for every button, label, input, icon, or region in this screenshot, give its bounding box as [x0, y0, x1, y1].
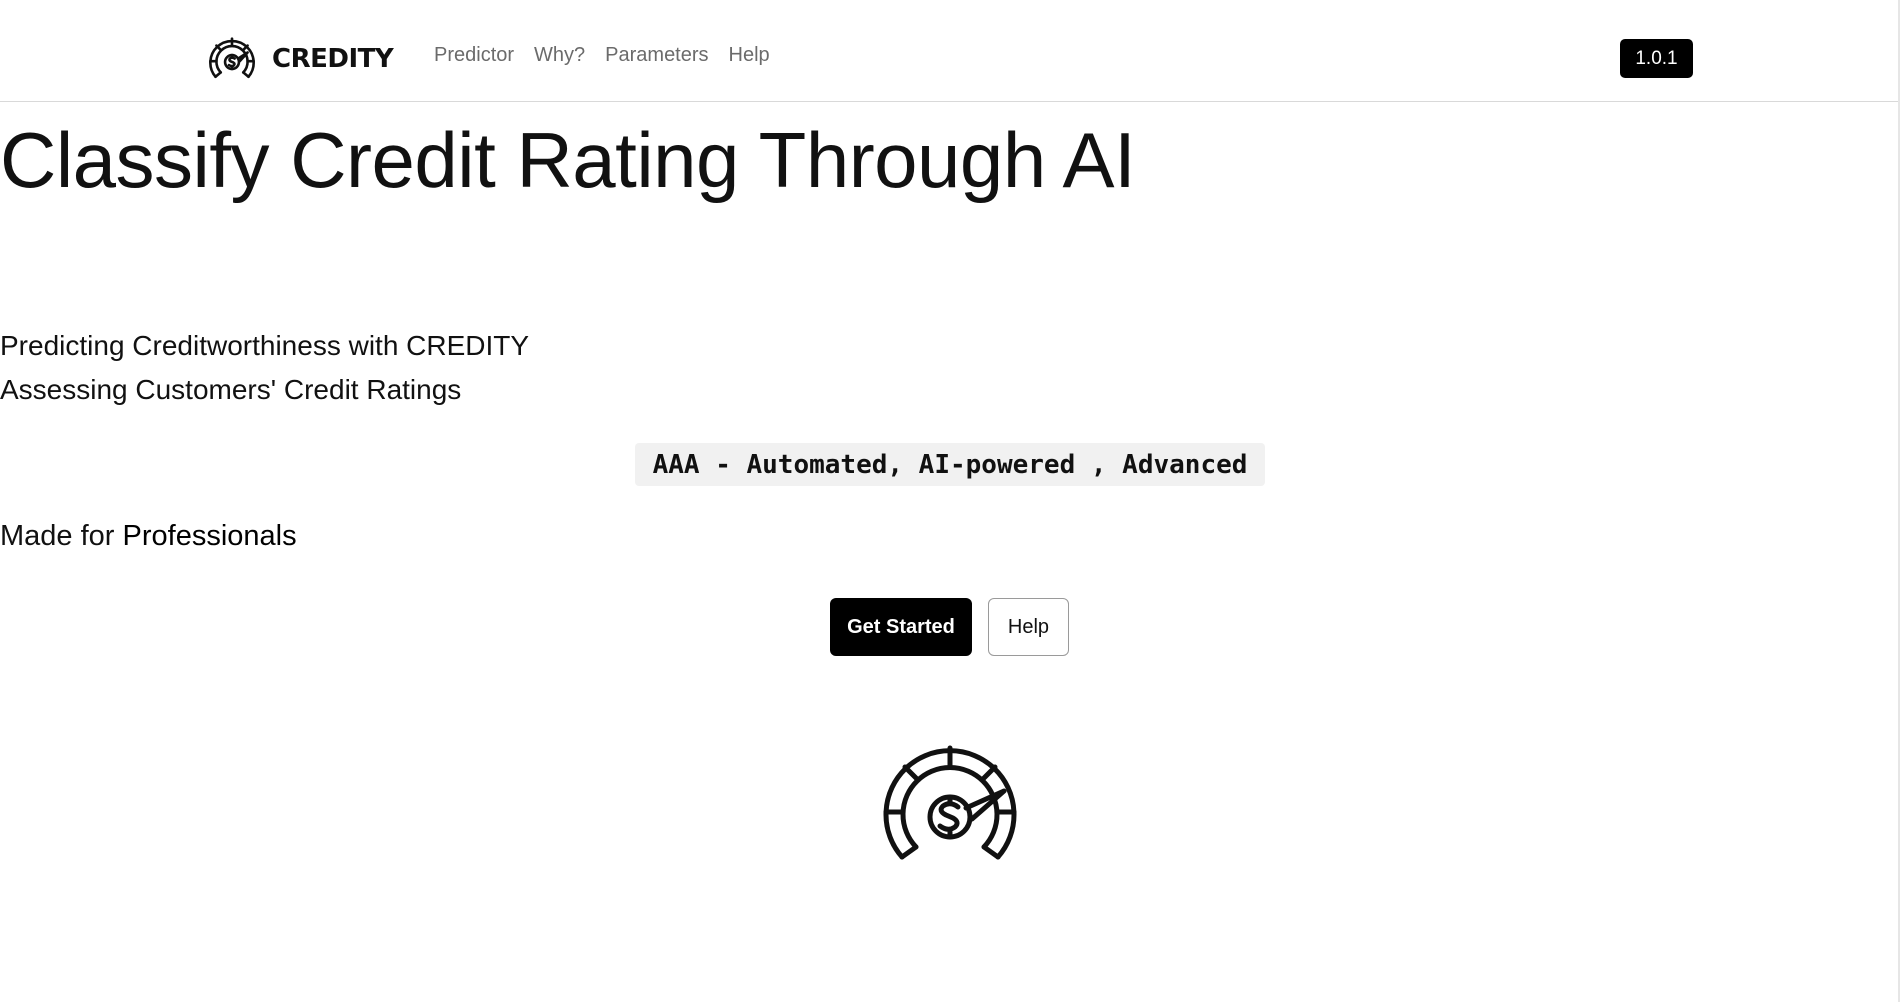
get-started-button[interactable]: Get Started: [830, 598, 972, 656]
made-for-emphasis: Professionals: [122, 520, 297, 552]
nav-item-parameters[interactable]: Parameters: [605, 44, 708, 67]
top-header: CREDITY Predictor Why? Parameters Help 1…: [0, 0, 1900, 102]
main-nav: Predictor Why? Parameters Help: [434, 44, 770, 67]
nav-item-help[interactable]: Help: [729, 44, 770, 67]
brand-link[interactable]: CREDITY: [206, 34, 394, 84]
speedometer-dollar-icon: [883, 745, 1017, 860]
made-for-line: Made for Professionals: [0, 517, 1900, 555]
help-button[interactable]: Help: [988, 598, 1069, 656]
brand-name: CREDITY: [272, 44, 394, 74]
version-badge: 1.0.1: [1620, 39, 1693, 78]
nav-item-why[interactable]: Why?: [534, 44, 585, 67]
nav-item-predictor[interactable]: Predictor: [434, 44, 514, 67]
hero-subtitle-line1: Predicting Creditworthiness with CREDITY: [0, 330, 530, 361]
tagline-code: AAA - Automated, AI-powered , Advanced: [635, 443, 1265, 486]
hero-title: Classify Credit Rating Through AI: [0, 116, 1136, 204]
made-for-prefix: Made for: [0, 520, 115, 552]
page: CREDITY Predictor Why? Parameters Help 1…: [0, 0, 1900, 1002]
hero-subtitle-line2: Assessing Customers' Credit Ratings: [0, 374, 462, 405]
speedometer-dollar-icon: [209, 37, 255, 79]
